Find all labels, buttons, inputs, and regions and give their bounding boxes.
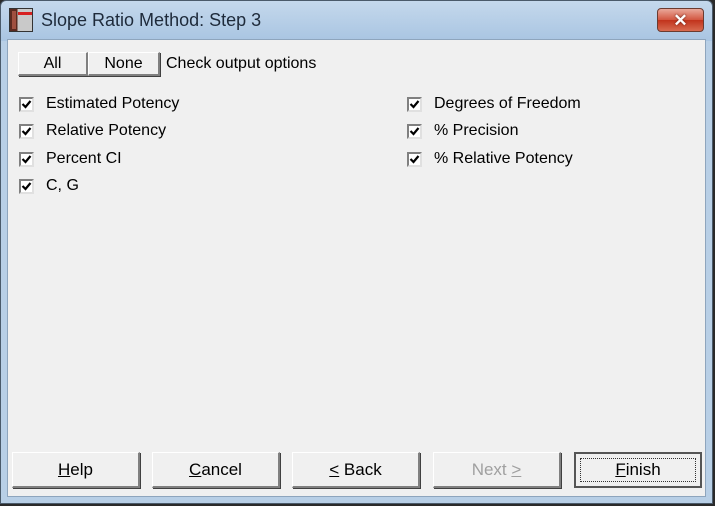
close-button[interactable]: ✕ [657,8,704,32]
button-label: ancel [201,459,242,479]
checkmark-icon [409,126,420,136]
close-icon: ✕ [673,10,688,30]
help-button[interactable]: Help [12,452,140,488]
option-percent-relative-potency[interactable]: % Relative Potency [407,149,573,169]
option-label: C, G [46,177,79,194]
checkmark-icon [21,154,32,164]
next-button[interactable]: Next > [433,452,561,488]
dialog-window: Slope Ratio Method: Step 3 ✕ All None Ch… [0,0,713,504]
checkbox[interactable] [19,123,34,139]
button-label: inish [625,460,661,479]
option-label: Relative Potency [46,122,167,139]
checkbox[interactable] [19,96,34,112]
title-bar[interactable]: Slope Ratio Method: Step 3 ✕ [1,1,712,41]
checkbox[interactable] [407,151,422,167]
finish-button[interactable]: Finish [574,452,702,488]
checkbox[interactable] [407,96,422,112]
checkmark-icon [409,99,420,109]
option-label: Estimated Potency [46,95,180,112]
option-label: % Relative Potency [434,150,573,167]
cancel-button[interactable]: Cancel [152,452,280,488]
mnemonic: < [329,459,340,479]
mnemonic: C [189,459,202,479]
option-relative-potency[interactable]: Relative Potency [19,121,166,141]
button-label: elp [70,459,93,479]
checkbox[interactable] [19,151,34,167]
checkbox[interactable] [407,123,422,139]
checkbox[interactable] [19,178,34,194]
back-button[interactable]: < Back [292,452,420,488]
select-none-button[interactable]: None [88,52,160,76]
option-c-g[interactable]: C, G [19,176,79,196]
mnemonic: F [615,460,626,479]
checkmark-icon [21,181,32,191]
select-all-button[interactable]: All [18,52,88,76]
option-percent-ci[interactable]: Percent CI [19,149,122,169]
checkmark-icon [21,99,32,109]
app-icon[interactable] [9,8,33,32]
option-estimated-potency[interactable]: Estimated Potency [19,94,179,114]
checkmark-icon [21,126,32,136]
option-label: Degrees of Freedom [434,95,581,112]
mnemonic: H [58,459,71,479]
window-title: Slope Ratio Method: Step 3 [41,10,262,30]
option-label: Percent CI [46,150,122,167]
button-label: Next [471,459,512,479]
option-degrees-of-freedom[interactable]: Degrees of Freedom [407,94,581,114]
dialog-body: All None Check output options Estimated … [7,39,706,497]
option-percent-precision[interactable]: % Precision [407,121,518,141]
focus-rect: Finish [580,458,696,482]
mnemonic: > [511,459,522,479]
button-label: Back [339,459,382,479]
checkmark-icon [409,154,420,164]
option-label: % Precision [434,122,519,139]
instructions-label: Check output options [166,55,317,72]
